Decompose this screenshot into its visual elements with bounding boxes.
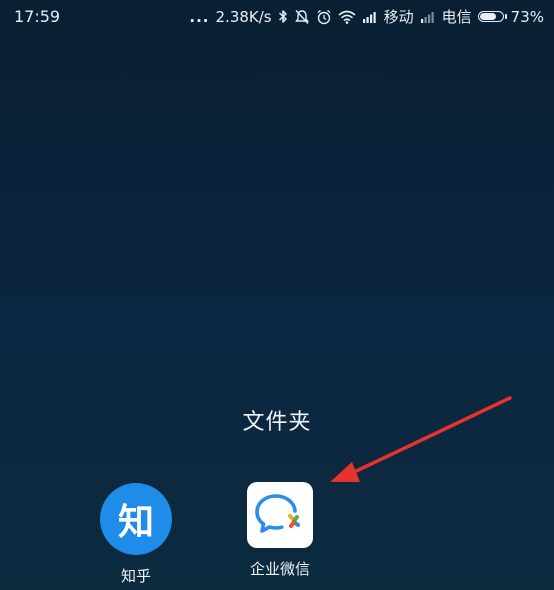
carrier-1: 移动 — [383, 8, 414, 26]
carrier-2: 电信 — [441, 8, 472, 26]
app-wecom[interactable]: 企业微信 — [230, 480, 330, 579]
signal-weak-icon — [420, 10, 436, 23]
wifi-icon — [338, 10, 356, 24]
status-icons: ... 2.38K/s 移动 电信 73% — [189, 6, 544, 27]
zhihu-glyph: 知 — [117, 502, 154, 543]
battery-icon — [477, 11, 507, 22]
app-zhihu[interactable]: 知 知乎 — [86, 480, 186, 586]
mute-icon — [294, 9, 310, 25]
signal-icon — [362, 10, 378, 23]
status-dots: ... — [189, 7, 210, 26]
app-label-zhihu: 知乎 — [120, 567, 151, 585]
wecom-icon[interactable] — [247, 482, 313, 548]
home-screen: 17:59 ... 2.38K/s 移动 电信 73% 文件夹 知 知乎 企业微… — [0, 0, 554, 590]
alarm-icon — [316, 9, 332, 25]
zhihu-icon[interactable]: 知 — [100, 483, 172, 555]
status-time: 17:59 — [14, 7, 61, 26]
battery-indicator: 73% — [477, 7, 544, 26]
folder-title[interactable]: 文件夹 — [0, 404, 554, 436]
app-label-wecom: 企业微信 — [249, 560, 310, 578]
status-bar: 17:59 ... 2.38K/s 移动 电信 73% — [0, 0, 554, 34]
bluetooth-icon — [278, 9, 288, 24]
battery-percent: 73% — [510, 7, 544, 26]
network-speed: 2.38K/s — [215, 7, 272, 26]
